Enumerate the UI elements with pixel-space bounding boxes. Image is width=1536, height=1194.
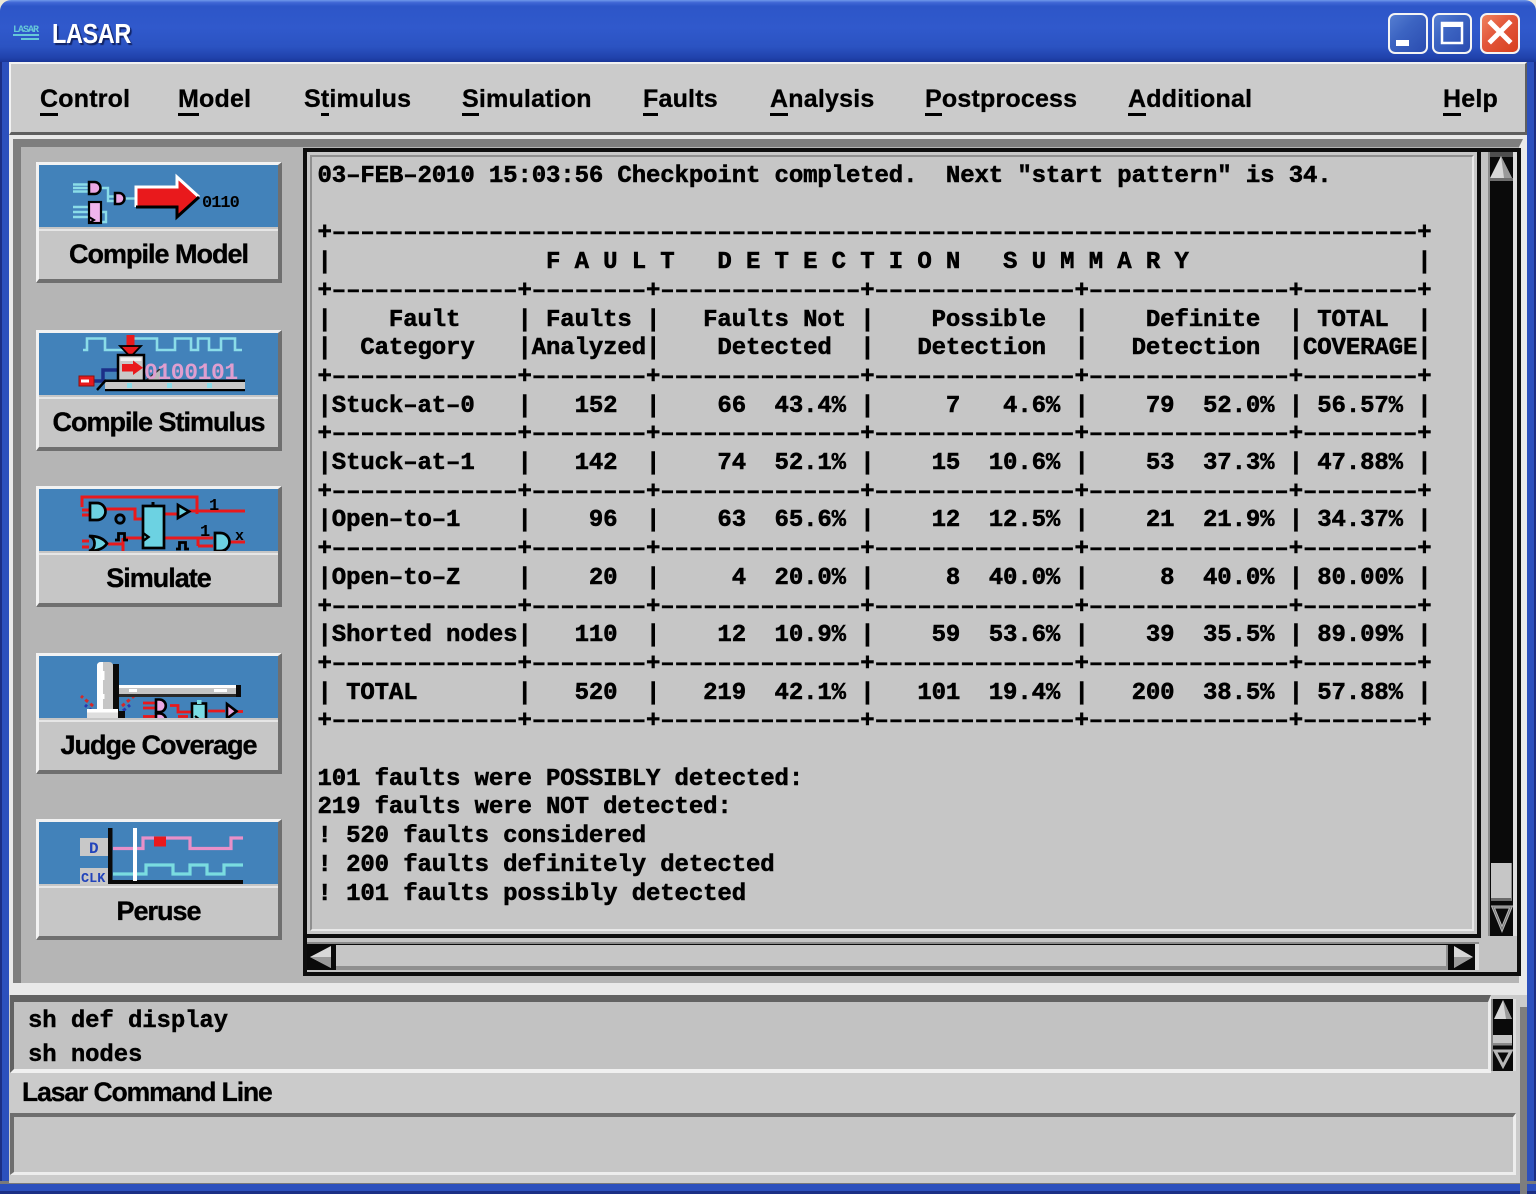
svg-text:D: D bbox=[89, 840, 99, 858]
svg-text:1: 1 bbox=[209, 497, 219, 516]
svg-text:1: 1 bbox=[200, 523, 210, 542]
svg-text:x: x bbox=[235, 528, 244, 545]
svg-text:0110: 0110 bbox=[202, 194, 240, 213]
svg-text:CLK: CLK bbox=[81, 872, 106, 884]
